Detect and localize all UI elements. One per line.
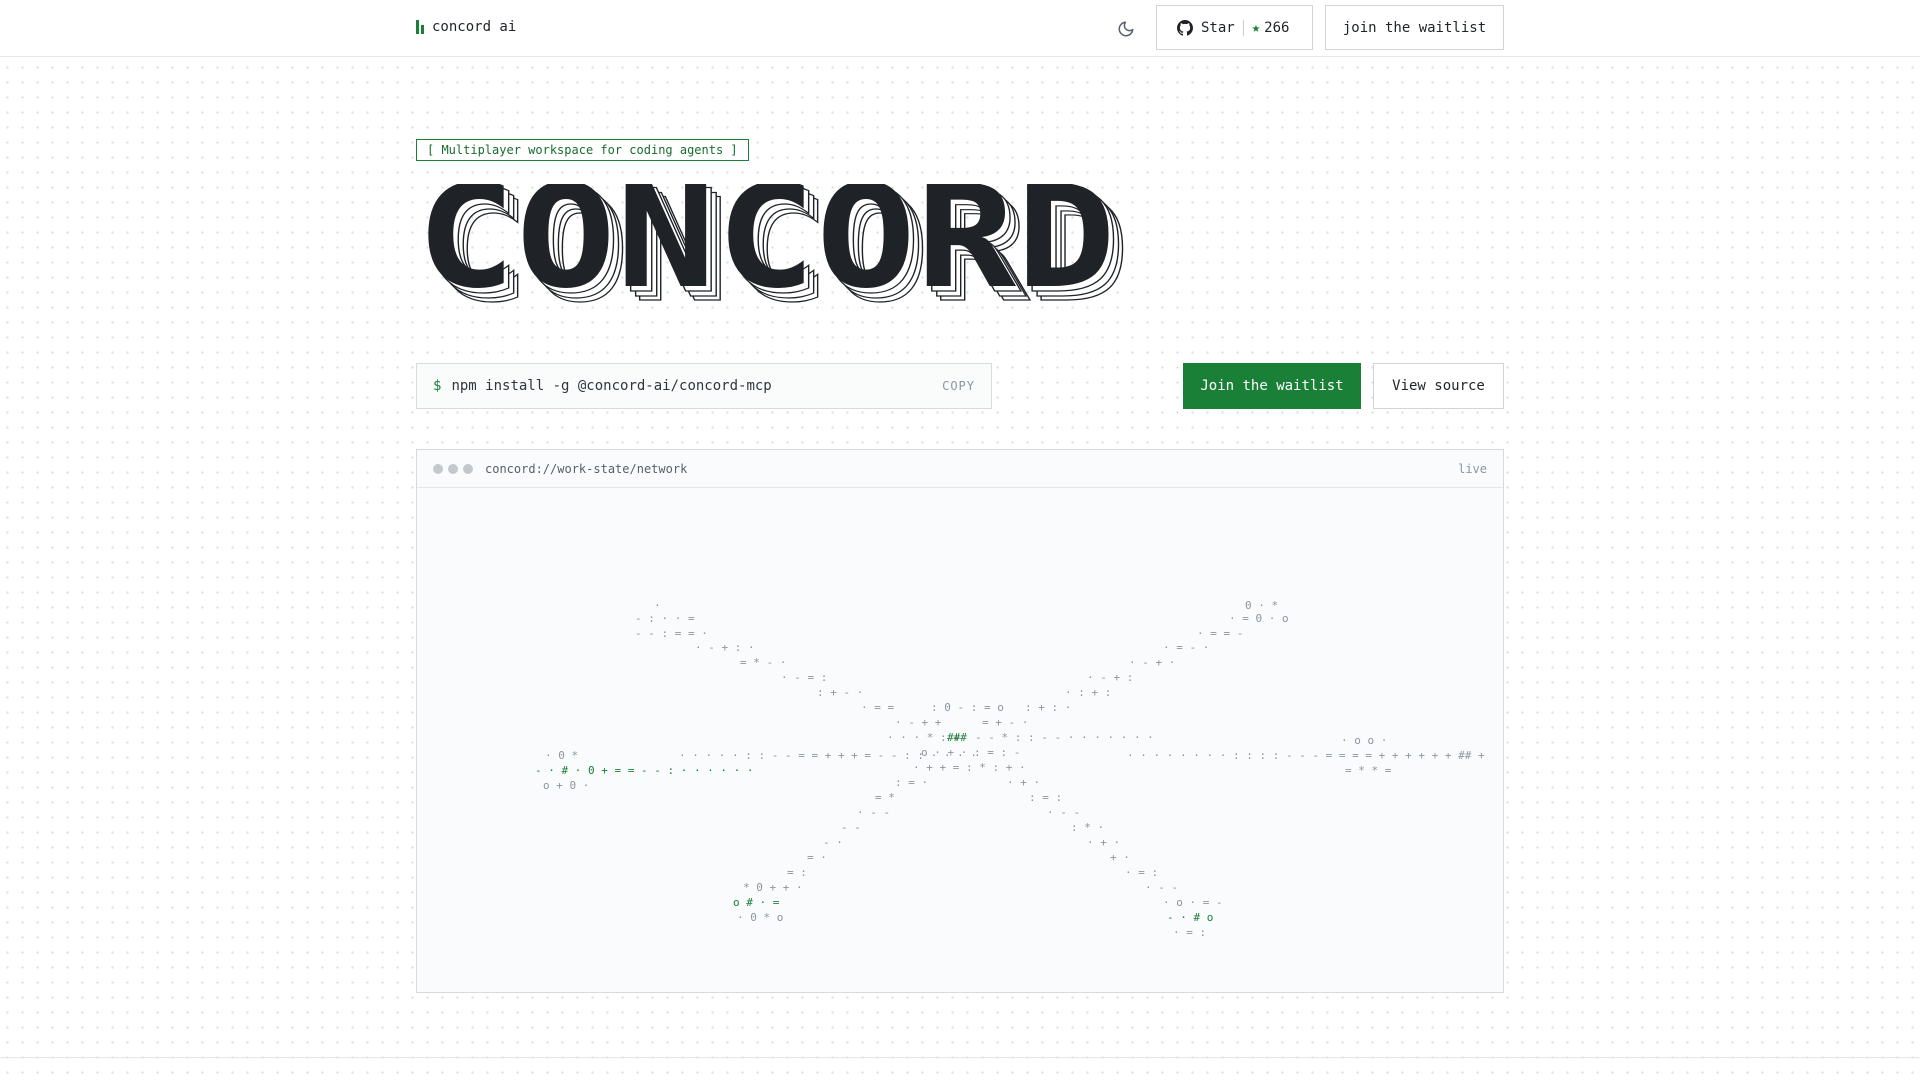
window-dot-icon	[448, 463, 458, 474]
ascii-fragment: 0 · *	[1245, 599, 1278, 612]
install-command[interactable]: npm install -g @concord-ai/concord-mcp	[451, 378, 942, 394]
hero-title-text: CONCORD	[416, 184, 1116, 304]
moon-icon	[1118, 21, 1134, 37]
brand-mark-icon	[416, 20, 424, 34]
panel-header: concord://work-state/network live	[417, 450, 1503, 488]
tagline-badge: [ Multiplayer workspace for coding agent…	[416, 139, 749, 161]
ascii-fragment: · - = :	[781, 671, 827, 684]
ascii-fragment: = * * =	[1345, 764, 1392, 777]
ascii-fragment: - - * : : - - · · · · · · ·	[975, 731, 1154, 744]
ascii-fragment: · o o ·	[1341, 734, 1387, 747]
ascii-fragment: - - : = = ·	[635, 627, 708, 640]
ascii-fragment: · - -	[1145, 881, 1178, 894]
ascii-fragment: · + + = : * : + ·	[913, 761, 1026, 774]
ascii-fragment: ###	[947, 731, 967, 744]
ascii-fragment: o + 0 ·	[543, 779, 589, 792]
brand-link[interactable]: concord ai	[416, 19, 516, 35]
ascii-fragment: · - + +	[895, 716, 942, 729]
ascii-fragment: - · # o	[1167, 911, 1213, 924]
ascii-fragment: · + ·	[1007, 776, 1040, 789]
ascii-fragment: .	[654, 596, 661, 609]
star-label: Star	[1201, 19, 1235, 36]
github-star-button[interactable]: Star ★ 266	[1156, 5, 1313, 50]
ascii-fragment: - · # · 0 + = = - - : · · · · · ·	[535, 764, 754, 777]
github-icon	[1177, 19, 1193, 36]
window-dot-icon	[463, 463, 473, 474]
ascii-network-visualization: . - : · · = - - : = = · · - + : · = * - …	[535, 596, 1485, 939]
ascii-fragment: : = ·	[895, 776, 928, 789]
ascii-fragment: : + : ·	[1025, 701, 1071, 714]
window-dots	[433, 463, 473, 474]
ascii-fragment: · 0 * o	[737, 911, 783, 924]
ascii-fragment: : * ·	[1071, 821, 1104, 834]
ascii-fragment: · 0 *	[545, 749, 578, 762]
install-command-box: $ npm install -g @concord-ai/concord-mcp…	[416, 363, 992, 409]
ascii-fragment: · = :	[1125, 866, 1158, 879]
ascii-fragment: · - + ·	[1129, 656, 1175, 669]
ascii-fragment: · · · · · : : - - = = + + + = - - : : · …	[679, 749, 977, 762]
ascii-fragment: · = =	[861, 701, 894, 714]
ascii-fragment: : + - ·	[817, 686, 863, 699]
ascii-fragment: : 0 - : = o	[931, 701, 1004, 714]
view-source-button[interactable]: View source	[1373, 363, 1504, 409]
copy-button[interactable]: COPY	[942, 379, 975, 393]
ascii-fragment: · = 0 · o	[1229, 612, 1289, 625]
network-panel: concord://work-state/network live . - : …	[416, 449, 1504, 993]
top-navigation-bar: concord ai Star ★ 266 join the waitlist	[0, 0, 1920, 57]
join-waitlist-header-button[interactable]: join the waitlist	[1325, 5, 1504, 50]
ascii-fragment: + ·	[1110, 851, 1130, 864]
ascii-fragment: : = :	[1029, 791, 1062, 804]
window-dot-icon	[433, 463, 443, 474]
ascii-fragment: · = - ·	[1163, 641, 1209, 654]
ascii-fragment: o # · =	[733, 896, 780, 909]
divider	[0, 1057, 1920, 1058]
ascii-fragment: · + ·	[1087, 836, 1120, 849]
ascii-fragment: - -	[841, 821, 861, 834]
ascii-fragment: = :	[787, 866, 807, 879]
ascii-fragment: · o · = -	[1163, 896, 1223, 909]
ascii-fragment: = ·	[807, 851, 827, 864]
hero-title: CONCORD CONCORD CONCORD CONCORD	[416, 184, 1131, 304]
ascii-fragment: · - -	[857, 806, 890, 819]
join-waitlist-button[interactable]: Join the waitlist	[1183, 363, 1361, 409]
ascii-fragment: · = = -	[1197, 627, 1243, 640]
star-count: ★ 266	[1252, 20, 1290, 36]
panel-url: concord://work-state/network	[485, 461, 688, 476]
ascii-fragment: * 0 + + ·	[743, 881, 803, 894]
live-status: live	[1458, 461, 1487, 476]
star-count-value: 266	[1264, 19, 1290, 36]
shell-prompt: $	[433, 378, 442, 394]
ascii-fragment: = + - ·	[982, 716, 1028, 729]
ascii-fragment: · = :	[1173, 926, 1206, 939]
ascii-fragment: - : · · =	[635, 612, 695, 625]
brand-name: concord ai	[432, 19, 517, 35]
ascii-fragment: · - + : ·	[695, 641, 755, 654]
ascii-fragment: = * - ·	[740, 656, 786, 669]
divider	[1242, 19, 1244, 36]
ascii-fragment: - ·	[823, 836, 843, 849]
ascii-fragment: · - -	[1047, 806, 1080, 819]
theme-toggle-button[interactable]	[1114, 17, 1138, 41]
star-icon: ★	[1251, 19, 1261, 36]
ascii-fragment: · : + :	[1065, 686, 1111, 699]
ascii-fragment: = *	[875, 791, 895, 804]
ascii-fragment: · · · · · · · · : : : : - - - = = = = + …	[1127, 749, 1485, 762]
ascii-fragment: · - + :	[1087, 671, 1133, 684]
